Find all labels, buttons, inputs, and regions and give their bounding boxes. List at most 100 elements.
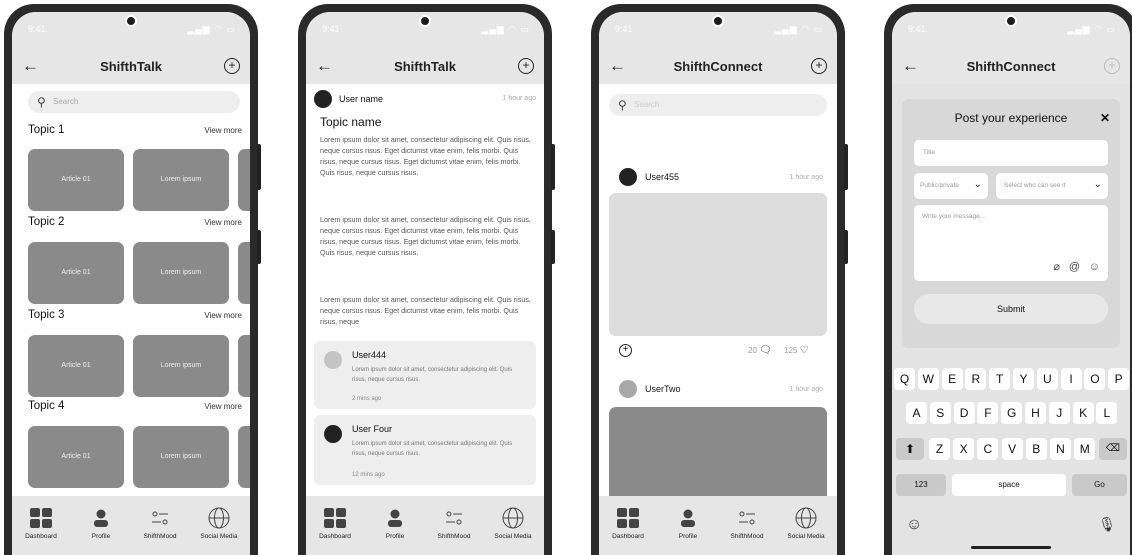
key-e[interactable]: E <box>941 368 963 390</box>
audience-select[interactable]: Select who can see it ⌄ <box>996 173 1108 199</box>
view-more-link[interactable]: View more <box>204 402 242 411</box>
signal-wifi-battery-icon: ▂▄▆ ◠ ▭ <box>1067 24 1116 34</box>
key-z[interactable]: Z <box>929 438 950 460</box>
article-card[interactable]: Lorem ipsum <box>133 335 229 397</box>
backspace-key[interactable]: ⌫ <box>1099 438 1127 460</box>
key-c[interactable]: C <box>977 438 999 460</box>
article-card[interactable]: Lorem ipsum <box>133 242 229 304</box>
post-image[interactable] <box>609 407 827 507</box>
article-card[interactable]: Lorem ipsum <box>133 426 229 488</box>
nav-dashboard[interactable]: Dashboard <box>601 506 655 540</box>
phone-frame-feed: 9:41 ▂▄▆ ◠ ▭ ← ShifthConnect + ⚲ Search … <box>591 4 848 555</box>
article-card-partial[interactable] <box>238 242 250 304</box>
privacy-select[interactable]: Public/private ⌄ <box>914 173 988 199</box>
nav-label: Dashboard <box>25 533 57 540</box>
nav-shifthmood[interactable]: ShifthMood <box>720 506 774 540</box>
status-time: 9:41 <box>322 24 340 34</box>
microphone-icon[interactable]: 🎙 <box>1098 516 1116 533</box>
nav-label: Profile <box>385 533 405 540</box>
key-r[interactable]: R <box>965 368 987 390</box>
phone-frame-topic-detail: 9:41 ▂▄▆ ◠ ▭ ← ShifthTalk + User name 1 … <box>298 4 555 555</box>
nav-profile[interactable]: Profile <box>74 506 128 540</box>
chevron-down-icon: ⌄ <box>1093 179 1102 190</box>
nav-profile[interactable]: Profile <box>368 506 422 540</box>
add-icon[interactable]: + <box>518 58 534 74</box>
nav-dashboard[interactable]: Dashboard <box>308 506 362 540</box>
add-icon[interactable]: + <box>224 58 240 74</box>
search-input[interactable]: ⚲ Search <box>28 91 240 113</box>
message-textarea[interactable]: Write your message... ⌀ @ ☺ <box>914 205 1108 281</box>
dashboard-icon <box>601 506 655 530</box>
key-j[interactable]: J <box>1048 402 1070 424</box>
article-card[interactable]: Article 01 <box>28 426 124 488</box>
nav-shifthmood[interactable]: ShifthMood <box>427 506 481 540</box>
key-p[interactable]: P <box>1108 368 1130 390</box>
post-author: UserTwo <box>645 384 681 394</box>
nav-social-media[interactable]: Social Media <box>779 506 833 540</box>
title-field[interactable]: Title <box>914 140 1108 166</box>
key-w[interactable]: W <box>917 368 939 390</box>
status-bar: 9:41 ▂▄▆ ◠ ▭ <box>892 12 1130 50</box>
key-g[interactable]: G <box>1001 402 1023 424</box>
key-s[interactable]: S <box>929 402 951 424</box>
emoji-icon[interactable]: ☺ <box>1089 261 1100 273</box>
like-count[interactable]: 125 ♡ <box>784 345 809 356</box>
submit-button[interactable]: Submit <box>914 294 1108 324</box>
numbers-key[interactable]: 123 <box>896 474 946 496</box>
key-y[interactable]: Y <box>1013 368 1034 390</box>
mention-icon[interactable]: @ <box>1069 261 1080 273</box>
view-more-link[interactable]: View more <box>204 218 242 227</box>
comment-count[interactable]: 20 🗨 <box>748 345 772 356</box>
signal-wifi-battery-icon: ▂▄▆ ◠ ▭ <box>774 24 823 34</box>
key-l[interactable]: L <box>1096 402 1118 424</box>
key-d[interactable]: D <box>953 402 975 424</box>
nav-shifthmood[interactable]: ShifthMood <box>133 506 187 540</box>
article-card[interactable]: Article 01 <box>28 149 124 211</box>
key-b[interactable]: B <box>1025 438 1047 460</box>
key-o[interactable]: O <box>1084 368 1106 390</box>
add-reaction-icon[interactable]: + <box>619 344 632 357</box>
chevron-down-icon: ⌄ <box>973 179 982 190</box>
key-f[interactable]: F <box>977 402 999 424</box>
topic-title: Topic 3 <box>28 309 65 321</box>
key-k[interactable]: K <box>1072 402 1094 424</box>
article-card-partial[interactable] <box>238 149 250 211</box>
article-card[interactable]: Article 01 <box>28 242 124 304</box>
nav-dashboard[interactable]: Dashboard <box>14 506 68 540</box>
key-x[interactable]: X <box>953 438 975 460</box>
message-placeholder: Write your message... <box>922 213 986 220</box>
nav-social-media[interactable]: Social Media <box>192 506 246 540</box>
topic-title: Topic 4 <box>28 400 65 412</box>
space-key[interactable]: space <box>952 474 1066 496</box>
add-icon[interactable]: + <box>1104 58 1120 74</box>
privacy-select-value: Public/private <box>920 182 960 189</box>
key-a[interactable]: A <box>906 402 927 424</box>
article-card-partial[interactable] <box>238 335 250 397</box>
article-card[interactable]: Lorem ipsum <box>133 149 229 211</box>
key-m[interactable]: M <box>1074 438 1096 460</box>
key-i[interactable]: I <box>1060 368 1082 390</box>
key-u[interactable]: U <box>1036 368 1058 390</box>
sliders-icon <box>133 506 187 530</box>
attachment-icon[interactable]: ⌀ <box>1053 260 1060 273</box>
topic-header: Topic 2 View more <box>28 216 242 228</box>
close-icon[interactable]: ✕ <box>1100 111 1110 125</box>
nav-profile[interactable]: Profile <box>661 506 715 540</box>
key-n[interactable]: N <box>1050 438 1071 460</box>
shift-key[interactable]: ⬆ <box>896 438 924 460</box>
nav-social-media[interactable]: Social Media <box>486 506 540 540</box>
key-v[interactable]: V <box>1001 438 1023 460</box>
article-card-partial[interactable] <box>238 426 250 488</box>
view-more-link[interactable]: View more <box>204 311 242 320</box>
go-key[interactable]: Go <box>1072 474 1127 496</box>
search-input[interactable]: ⚲ Search <box>609 94 827 116</box>
key-t[interactable]: T <box>989 368 1011 390</box>
article-card[interactable]: Article 01 <box>28 335 124 397</box>
post-image[interactable] <box>609 193 827 336</box>
view-more-link[interactable]: View more <box>204 126 242 135</box>
key-q[interactable]: Q <box>894 368 915 390</box>
key-h[interactable]: H <box>1025 402 1046 424</box>
comment-time: 12 mins ago <box>352 472 385 478</box>
add-icon[interactable]: + <box>811 58 827 74</box>
emoji-icon[interactable]: ☺ <box>906 516 922 534</box>
